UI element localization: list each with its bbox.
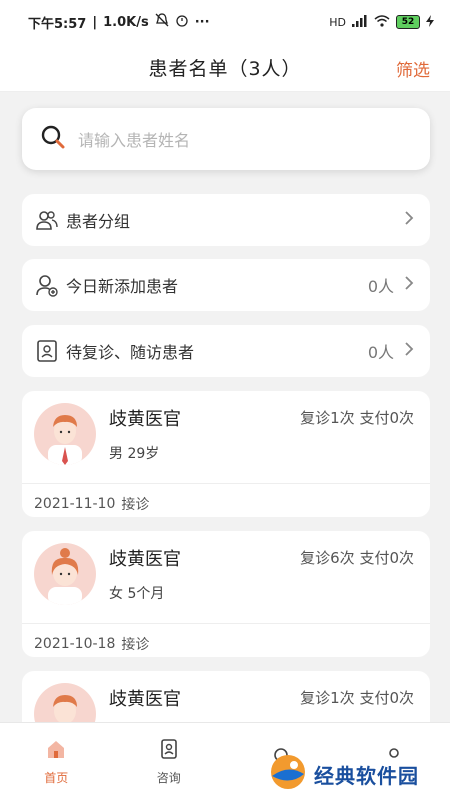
battery-icon: 52 (396, 15, 420, 29)
wifi-icon (374, 14, 390, 30)
patient-card-footer: 2021-10-18 接诊 (22, 623, 430, 663)
status-right: HD 52 (329, 14, 434, 30)
watermark-logo (268, 752, 308, 796)
nav-bar: 患者名单（3人） 筛选 (0, 44, 450, 92)
menu-item-patient-group[interactable]: 患者分组 (22, 194, 430, 246)
patient-name: 歧黄医官 (109, 549, 181, 570)
menu-item-count: 0人 (367, 343, 394, 362)
visit-action: 接诊 (121, 636, 150, 653)
search-icon (40, 124, 66, 154)
tab-home[interactable]: 首页 (0, 723, 113, 800)
search-input[interactable]: 请输入患者姓名 (22, 108, 430, 170)
visit-action: 接诊 (121, 496, 150, 513)
visit-stats: 复诊1次 支付0次 (300, 689, 414, 707)
visit-stats: 复诊6次 支付0次 (300, 549, 414, 567)
chevron-right-icon (404, 210, 414, 231)
home-icon (45, 738, 67, 763)
female-avatar (34, 543, 96, 605)
page-title: 患者名单（3人） (148, 58, 302, 80)
follow-up-icon (34, 338, 60, 364)
status-network-speed: 1.0K/s (103, 14, 149, 30)
status-bar: 下午5:57 | 1.0K/s ··· HD 52 (0, 0, 450, 44)
charging-icon (426, 14, 434, 30)
patient-gender-age: 女 5个月 (109, 586, 165, 602)
hd-signal-label: HD (329, 15, 346, 29)
patient-card-top: 歧黄医官 女 5个月 复诊6次 支付0次 (22, 531, 430, 623)
patient-card[interactable]: 歧黄医官 男 29岁 复诊1次 支付0次 2021-11-10 接诊 (22, 391, 430, 517)
consult-icon (158, 738, 180, 763)
signal-icon (352, 14, 368, 30)
more-dots-icon: ··· (194, 14, 210, 30)
visit-date: 2021-10-18 (34, 635, 116, 652)
status-divider: | (92, 14, 98, 30)
tab-label: 首页 (44, 770, 69, 785)
menu-item-label: 待复诊、随访患者 (66, 343, 195, 362)
status-left: 下午5:57 | 1.0K/s ··· (28, 13, 210, 32)
chevron-right-icon (404, 275, 414, 296)
watermark-text: 经典软件园 (314, 763, 419, 788)
menu-item-count: 0人 (367, 277, 394, 296)
menu-item-label: 今日新添加患者 (66, 277, 179, 296)
menu-item-label: 患者分组 (66, 212, 131, 231)
patient-gender-age: 男 29岁 (109, 446, 160, 462)
search-placeholder: 请输入患者姓名 (78, 131, 191, 150)
male-avatar (34, 403, 96, 465)
patient-card-top: 歧黄医官 男 29岁 复诊1次 支付0次 (22, 391, 430, 483)
patient-card-footer: 2021-11-10 接诊 (22, 483, 430, 523)
mute-icon (155, 13, 169, 31)
patient-name: 歧黄医官 (109, 409, 181, 430)
alarm-icon (175, 13, 189, 31)
filter-button[interactable]: 筛选 (396, 56, 430, 81)
add-patient-icon (34, 272, 60, 298)
patient-name: 歧黄医官 (109, 689, 181, 710)
visit-date: 2021-11-10 (34, 495, 116, 512)
tab-consult[interactable]: 咨询 (113, 723, 226, 800)
watermark: 经典软件园 (268, 748, 450, 800)
visit-stats: 复诊1次 支付0次 (300, 409, 414, 427)
menu-item-new-patients-today[interactable]: 今日新添加患者 0人 (22, 259, 430, 311)
chevron-right-icon (404, 341, 414, 362)
tab-label: 咨询 (156, 770, 181, 785)
group-icon (34, 207, 60, 233)
menu-item-follow-up-patients[interactable]: 待复诊、随访患者 0人 (22, 325, 430, 377)
status-time: 下午5:57 (28, 16, 87, 32)
patient-card[interactable]: 歧黄医官 女 5个月 复诊6次 支付0次 2021-10-18 接诊 (22, 531, 430, 657)
